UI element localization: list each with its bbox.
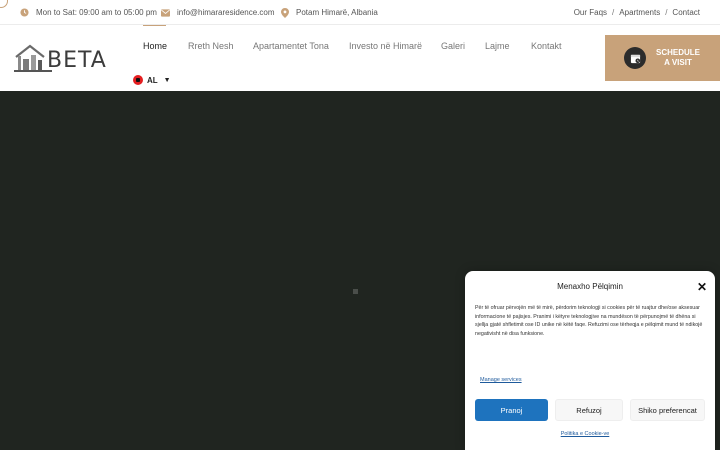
site-header: BETA Home Rreth Nesh Apartamentet Tona I… — [0, 25, 720, 91]
active-indicator — [143, 25, 166, 26]
albania-flag-icon — [133, 75, 143, 85]
language-code: AL — [147, 75, 158, 85]
nav-home[interactable]: Home — [143, 41, 167, 51]
loading-indicator — [353, 289, 358, 294]
nav-news[interactable]: Lajme — [485, 41, 510, 51]
accept-button[interactable]: Pranoj — [475, 399, 548, 421]
nav-contact[interactable]: Kontakt — [531, 41, 562, 51]
modal-title: Menaxho Pëlqimin — [557, 282, 623, 291]
view-preferences-button[interactable]: Shiko preferencat — [630, 399, 705, 421]
separator: / — [665, 8, 668, 17]
top-links: Our Faqs / Apartments / Contact — [574, 0, 700, 25]
nav-apartments[interactable]: Apartamentet Tona — [253, 41, 329, 51]
link-apartments[interactable]: Apartments — [619, 8, 660, 17]
top-bar: Mon to Sat: 09:00 am to 05:00 pm info@hi… — [0, 0, 720, 25]
nav-gallery[interactable]: Galeri — [441, 41, 465, 51]
calendar-icon — [624, 47, 646, 69]
link-contact[interactable]: Contact — [672, 8, 700, 17]
link-faqs[interactable]: Our Faqs — [574, 8, 607, 17]
contact-email-text[interactable]: info@himararesidence.com — [177, 8, 275, 17]
logo-text[interactable]: BETA — [47, 48, 107, 73]
caret-down-icon: ▼ — [163, 76, 171, 84]
close-icon[interactable]: ✕ — [697, 280, 707, 294]
schedule-visit-button[interactable]: SCHEDULE A VISIT — [605, 35, 720, 81]
loader-ring-icon — [0, 0, 8, 8]
manage-services-link[interactable]: Manage services — [480, 377, 522, 383]
location: Potam Himarë, Albania — [280, 0, 378, 25]
modal-body-text: Për të ofruar përvojën më të mirë, përdo… — [475, 305, 703, 337]
contact-email[interactable]: info@himararesidence.com — [161, 0, 275, 25]
nav-invest[interactable]: Investo në Himarë — [349, 41, 422, 51]
map-pin-icon — [280, 7, 289, 18]
location-text: Potam Himarë, Albania — [296, 8, 378, 17]
nav-about[interactable]: Rreth Nesh — [188, 41, 234, 51]
clock-icon — [20, 8, 29, 17]
separator: / — [612, 8, 615, 17]
cookie-policy-link[interactable]: Politika e Cookie-ve — [465, 431, 705, 437]
cookie-consent-modal: Menaxho Pëlqimin ✕ Për të ofruar përvojë… — [465, 271, 715, 450]
mail-icon — [161, 8, 170, 17]
opening-hours: Mon to Sat: 09:00 am to 05:00 pm — [20, 0, 157, 25]
opening-hours-text: Mon to Sat: 09:00 am to 05:00 pm — [36, 8, 157, 17]
language-switcher[interactable]: AL ▼ — [133, 75, 171, 85]
schedule-visit-label: SCHEDULE A VISIT — [655, 48, 700, 67]
deny-button[interactable]: Refuzoj — [555, 399, 623, 421]
